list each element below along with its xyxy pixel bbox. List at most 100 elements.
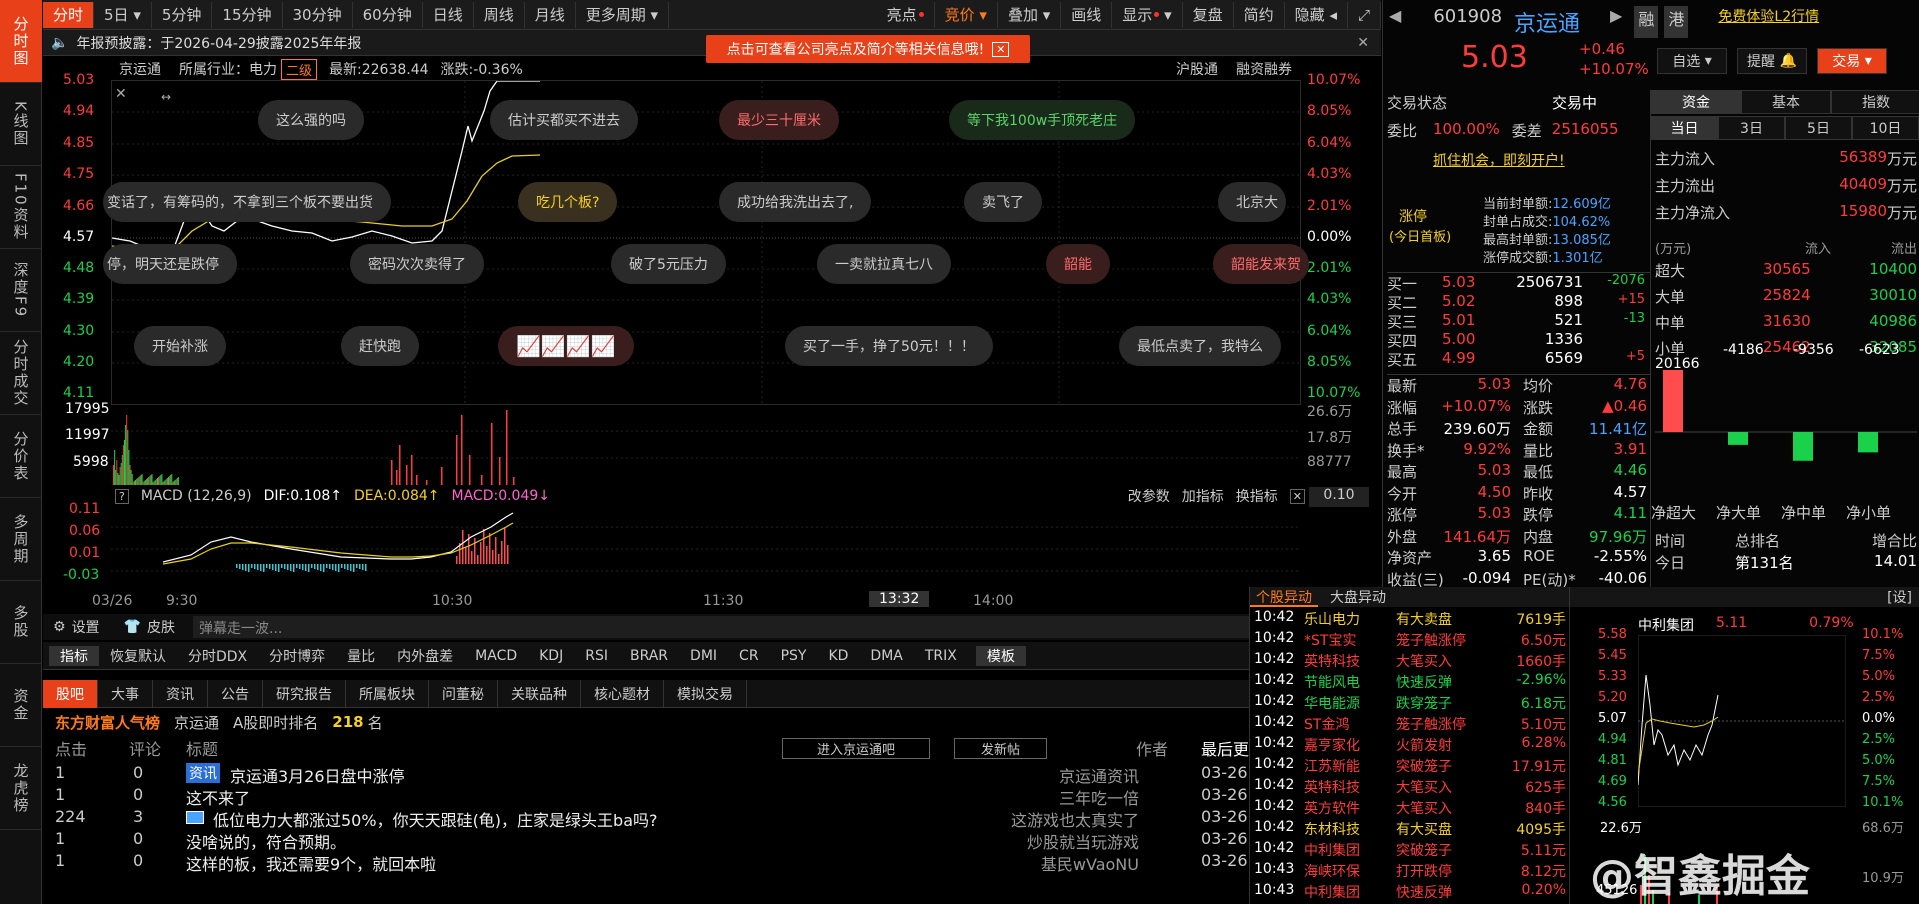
open-account-link[interactable]: 抓住机会，即刻开户! <box>1433 150 1565 170</box>
mover-row[interactable]: 10:42 东材科技 有大买盘 4095手 <box>1254 819 1570 840</box>
mover-row[interactable]: 10:43 海峡环保 打开跌停 8.12元 <box>1254 861 1570 882</box>
news-tab[interactable]: 股吧 <box>43 679 98 708</box>
overlay-button[interactable]: 叠加 ▾ <box>998 1 1062 28</box>
mover-row[interactable]: 10:42 乐山电力 有大卖盘 7619手 <box>1254 609 1570 630</box>
period-tab-3[interactable]: 15分钟 <box>212 1 283 28</box>
news-author[interactable]: 这游戏也太真实了 <box>1011 807 1139 831</box>
vtab-5[interactable]: 分价表 <box>0 415 42 498</box>
highlight-button[interactable]: 亮点 <box>877 1 935 28</box>
industry-value[interactable]: 电力 <box>249 59 277 79</box>
danmu-bubble[interactable]: 停，明天还是跌停 <box>103 244 237 284</box>
period-tab-8[interactable]: 月线 <box>525 1 576 28</box>
danmu-bubble[interactable]: 北京大 <box>1218 182 1286 222</box>
news-tab[interactable]: 公告 <box>208 679 263 708</box>
trade-button[interactable]: 交易 ▾ <box>1817 48 1887 74</box>
movers-tab[interactable]: 个股异动 <box>1250 587 1318 607</box>
mover-row[interactable]: 10:42 *ST宝实 笼子触涨停 6.50元 <box>1254 630 1570 651</box>
settings-link[interactable]: [设] <box>1887 587 1912 607</box>
mover-row[interactable]: 10:42 英特科技 大笔买入 1660手 <box>1254 651 1570 672</box>
news-tab[interactable]: 研究报告 <box>263 679 346 708</box>
mover-row[interactable]: 10:42 节能风电 快速反弹 -2.96% <box>1254 672 1570 693</box>
mover-row[interactable]: 10:42 华电能源 跌穿笼子 6.18元 <box>1254 693 1570 714</box>
next-arrow-icon[interactable]: ▶ <box>1610 6 1622 38</box>
level-badge[interactable]: 二级 <box>281 58 318 80</box>
period-tab-7[interactable]: 周线 <box>474 1 525 28</box>
watchlist-button[interactable]: 自选 ▾ <box>1657 48 1727 74</box>
news-row[interactable]: 1 0 这不来了 三年吃一倍 03-26 1 <box>43 785 1263 809</box>
news-title[interactable]: 京运通3月26日盘中涨停 <box>230 763 405 787</box>
danmu-bubble[interactable]: 破了5元压力 <box>611 244 726 284</box>
ind-tab[interactable]: MACD <box>464 648 528 664</box>
enter-bar-button[interactable]: 进入京运通吧 <box>782 738 931 759</box>
l2-link[interactable]: 免费体验L2行情 <box>1718 6 1819 38</box>
mover-row[interactable]: 10:42 中利集团 突破笼子 5.11元 <box>1254 840 1570 861</box>
period-tab-5[interactable]: 60分钟 <box>353 1 423 28</box>
ind-tab[interactable]: 量比 <box>336 646 386 666</box>
macd-label[interactable]: MACD (12,26,9) <box>141 488 252 504</box>
vtab-4[interactable]: 分时成交 <box>0 332 42 415</box>
danmu-bubble[interactable]: 密码次次卖得了 <box>350 244 484 284</box>
danmu-bubble[interactable]: 吃几个板? <box>518 182 618 222</box>
ind-tab[interactable]: 恢复默认 <box>99 646 177 666</box>
fund-tab[interactable]: 基本 <box>1741 90 1831 114</box>
danmu-input[interactable]: 弹幕走一波... <box>193 616 1249 638</box>
news-tab[interactable]: 大事 <box>98 679 153 708</box>
alert-button[interactable]: 提醒 🔔 <box>1737 48 1807 74</box>
change-params-button[interactable]: 改参数 <box>1128 486 1170 506</box>
resize-icon[interactable]: ↔ <box>161 90 171 104</box>
news-tab[interactable]: 核心题材 <box>581 679 664 708</box>
danmu-bubble[interactable]: 最低点卖了，我特么 <box>1119 326 1281 366</box>
danmu-bubble[interactable]: 韶能 <box>1046 244 1110 284</box>
add-indicator-button[interactable]: 加指标 <box>1182 486 1224 506</box>
vtab-9[interactable]: 龙虎榜 <box>0 747 42 830</box>
news-title[interactable]: 没啥说的，符合预期。 <box>186 829 346 853</box>
close-icon[interactable]: ✕ <box>992 41 1010 57</box>
danmu-bubble[interactable]: 卖飞了 <box>964 182 1042 222</box>
news-tab[interactable]: 所属板块 <box>346 679 429 708</box>
prev-arrow-icon[interactable]: ◀ <box>1389 6 1401 38</box>
hgt-link[interactable]: 沪股通 <box>1176 59 1218 79</box>
danmu-bubble[interactable]: 买了一手，挣了50元！！！ <box>785 326 993 366</box>
news-author[interactable]: 京运通资讯 <box>1059 763 1139 787</box>
danmu-bubble[interactable]: 一卖就拉真七八 <box>817 244 951 284</box>
ind-tab[interactable]: TRIX <box>914 648 968 664</box>
ind-tab[interactable]: BRAR <box>619 648 679 664</box>
close-icon[interactable]: ✕ <box>1289 488 1305 504</box>
template-button[interactable]: 模板 <box>975 645 1026 666</box>
period-option[interactable]: 当日 <box>1651 116 1718 140</box>
news-row[interactable]: 224 3 低位电力大都涨过50%，你天天跟硅(龟)，庄家是绿头王ba吗? 这游戏也太… <box>43 807 1263 831</box>
ind-tab[interactable]: CR <box>728 648 770 664</box>
news-tab[interactable]: 资讯 <box>153 679 208 708</box>
vtab-0[interactable]: 分时图 <box>0 0 42 83</box>
news-title[interactable]: 这样的板，我还需要9个，就回本啦 <box>186 851 436 875</box>
danmu-bubble[interactable]: 变话了，有筹码的，不拿到三个板不要出货 <box>103 182 391 222</box>
danmu-bubble[interactable]: 赶快跑 <box>341 326 419 366</box>
mover-row[interactable]: 10:43 中利集团 快速反弹 0.20% <box>1254 882 1570 903</box>
settings-button[interactable]: 设置 <box>72 617 100 637</box>
mover-row[interactable]: 10:42 江苏新能 突破笼子 17.91元 <box>1254 756 1570 777</box>
simple-button[interactable]: 简约 <box>1234 1 1285 28</box>
period-tab-1[interactable]: 5日 ▾ <box>94 1 152 28</box>
fund-tab[interactable]: 指数 <box>1831 90 1919 114</box>
period-option[interactable]: 3日 <box>1718 116 1785 140</box>
news-author[interactable]: 三年吃一倍 <box>1059 785 1139 809</box>
vtab-7[interactable]: 多股 <box>0 581 42 664</box>
ind-tab[interactable]: 分时DDX <box>177 646 258 666</box>
danmu-bubble[interactable]: 成功给我洗出去了, <box>719 182 872 222</box>
vtab-2[interactable]: F10资料 <box>0 166 42 249</box>
rank-brand[interactable]: 东方财富人气榜 <box>55 712 160 733</box>
danmu-bubble[interactable]: 估计买都买不进去 <box>490 100 638 140</box>
danmu-bubble[interactable]: 最少三十厘米 <box>719 100 839 140</box>
mover-row[interactable]: 10:42 英特科技 大笔买入 625手 <box>1254 777 1570 798</box>
news-row[interactable]: 1 0 资讯 京运通3月26日盘中涨停 京运通资讯 03-26 1 <box>43 763 1263 787</box>
period-option[interactable]: 10日 <box>1852 116 1919 140</box>
news-title[interactable]: 低位电力大都涨过50%，你天天跟硅(龟)，庄家是绿头王ba吗? <box>213 807 658 831</box>
close-icon[interactable]: ✕ <box>1357 35 1369 51</box>
news-title[interactable]: 这不来了 <box>186 785 250 809</box>
skin-icon[interactable]: 👕 <box>124 619 141 635</box>
news-row[interactable]: 1 0 没啥说的，符合预期。 炒股就当玩游戏 03-26 1 <box>43 829 1263 853</box>
ind-tab[interactable]: RSI <box>574 648 619 664</box>
ind-tab[interactable]: 指标 <box>49 645 99 666</box>
news-author[interactable]: 炒股就当玩游戏 <box>1027 829 1139 853</box>
ind-tab[interactable]: DMI <box>679 648 728 664</box>
